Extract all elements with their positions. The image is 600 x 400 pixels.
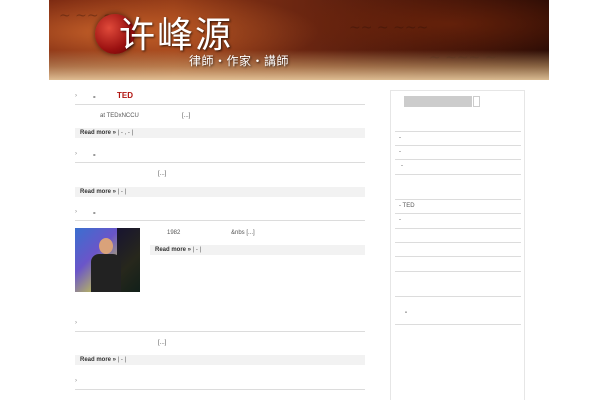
post-excerpt-more: &nbs [...] bbox=[231, 230, 255, 236]
sidebar-item[interactable]: - bbox=[399, 217, 401, 223]
post-excerpt-more: [...] bbox=[158, 340, 167, 346]
divider bbox=[395, 174, 521, 175]
divider bbox=[395, 145, 521, 146]
site-tagline: 律師・作家・講師 bbox=[189, 54, 290, 68]
post-excerpt: at TEDxNCCU bbox=[100, 113, 139, 119]
site-logo[interactable]: 许峰源 bbox=[119, 6, 233, 58]
bullet-icon: › bbox=[75, 320, 77, 326]
divider bbox=[395, 271, 521, 272]
read-more-link[interactable]: Read more » bbox=[80, 130, 116, 136]
sidebar: - - - - TED - - bbox=[390, 90, 525, 400]
post-meta: | - | bbox=[117, 357, 127, 363]
post-meta: | - | bbox=[117, 189, 127, 195]
post-header: › bbox=[75, 318, 365, 332]
divider bbox=[395, 324, 521, 325]
divider bbox=[395, 159, 521, 160]
header-banner: ~ ~~ ~ ~~ ~ ~~~ ~ ~~~ ~ 许峰源 律師・作家・講師 bbox=[49, 0, 549, 80]
speaker-body bbox=[91, 254, 121, 292]
post-header: › bbox=[75, 376, 365, 390]
post-meta-bar: Read more » | - , - | bbox=[75, 128, 365, 138]
divider bbox=[395, 296, 521, 297]
post-header: › - bbox=[75, 207, 365, 221]
read-more-link[interactable]: Read more » bbox=[155, 247, 191, 253]
read-more-link[interactable]: Read more » bbox=[80, 357, 116, 363]
bullet-icon: › bbox=[75, 93, 77, 99]
search-input[interactable] bbox=[404, 96, 472, 107]
post-meta-bar: Read more » | - | bbox=[75, 355, 365, 365]
divider bbox=[395, 199, 521, 200]
post-item: › - TED bbox=[75, 91, 365, 105]
post-separator: - bbox=[93, 92, 96, 101]
post-excerpt-more: [...] bbox=[158, 171, 167, 177]
sidebar-item[interactable]: - bbox=[399, 135, 401, 141]
post-separator: - bbox=[93, 208, 96, 217]
post-meta-bar: Read more » | - | bbox=[75, 187, 365, 197]
divider bbox=[395, 131, 521, 132]
divider bbox=[395, 242, 521, 243]
post-excerpt-more: [...] bbox=[182, 113, 191, 119]
read-more-link[interactable]: Read more » bbox=[80, 189, 116, 195]
bullet-icon: › bbox=[75, 151, 77, 157]
post-title-link[interactable]: TED bbox=[117, 91, 133, 100]
post-item: › - bbox=[75, 149, 365, 163]
divider bbox=[395, 256, 521, 257]
divider bbox=[395, 228, 521, 229]
post-meta: | - | bbox=[192, 247, 202, 253]
post-meta: | - , - | bbox=[117, 130, 134, 136]
post-item: › - bbox=[75, 207, 365, 221]
sidebar-item[interactable]: - bbox=[405, 310, 407, 316]
sidebar-item[interactable]: - bbox=[401, 163, 403, 169]
post-thumbnail[interactable] bbox=[75, 228, 140, 292]
divider bbox=[395, 213, 521, 214]
speaker-photo bbox=[91, 238, 121, 292]
sidebar-item-ted[interactable]: - TED bbox=[399, 203, 415, 209]
bullet-icon: › bbox=[75, 209, 77, 215]
bullet-icon: › bbox=[75, 378, 77, 384]
sidebar-item[interactable]: - bbox=[399, 149, 401, 155]
search-button[interactable] bbox=[473, 96, 480, 107]
post-header: › - TED bbox=[75, 91, 365, 105]
post-item: › bbox=[75, 318, 365, 332]
post-excerpt: 1982 bbox=[167, 230, 181, 236]
speaker-head bbox=[99, 238, 113, 254]
post-meta-bar: Read more » | - | bbox=[150, 245, 365, 255]
banner-decoration: ~~ ~ ~~~ bbox=[349, 20, 429, 36]
post-item: › bbox=[75, 376, 365, 390]
post-separator: - bbox=[93, 150, 96, 159]
post-header: › - bbox=[75, 149, 365, 163]
